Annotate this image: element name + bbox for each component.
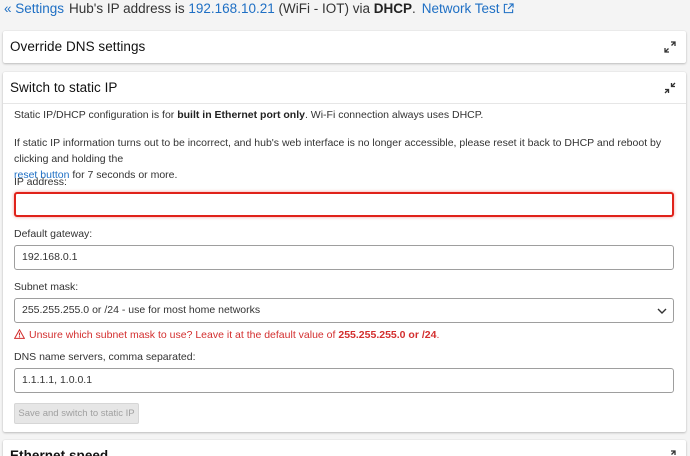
save-static-ip-button[interactable]: Save and switch to static IP: [14, 403, 139, 424]
default-gateway-label: Default gateway:: [14, 228, 93, 240]
ip-address-input[interactable]: [14, 192, 674, 217]
expand-icon[interactable]: [664, 41, 676, 53]
subnet-mask-label: Subnet mask:: [14, 281, 79, 293]
warning-prefix: Unsure which subnet mask to use? Leave i…: [29, 329, 339, 341]
expand-icon[interactable]: [664, 450, 676, 456]
static-ip-intro: Static IP/DHCP configuration is for buil…: [14, 109, 483, 121]
hub-ip-info: Hub's IP address is 192.168.10.21 (WiFi …: [69, 0, 514, 18]
external-link-icon: [503, 3, 514, 14]
default-gateway-input[interactable]: 192.168.0.1: [14, 245, 674, 270]
override-dns-header[interactable]: Override DNS settings: [3, 31, 686, 63]
ethernet-speed-header[interactable]: Ethernet speed: [3, 440, 686, 456]
chevron-down-icon: [657, 308, 667, 314]
ip-address-label: IP address:: [14, 176, 67, 188]
ip-prefix: Hub's IP address is: [69, 1, 189, 16]
ethernet-speed-card: Ethernet speed: [3, 440, 686, 456]
override-dns-title: Override DNS settings: [10, 39, 146, 54]
ethernet-speed-title: Ethernet speed: [10, 448, 109, 456]
dns-servers-label: DNS name servers, comma separated:: [14, 351, 196, 363]
static-ip-header[interactable]: Switch to static IP: [3, 72, 686, 104]
topbar: « Settings Hub's IP address is 192.168.1…: [0, 0, 690, 22]
static-ip-card: Switch to static IP Static IP/DHCP confi…: [3, 72, 686, 432]
ip-suffix: .: [411, 1, 416, 16]
subnet-mask-value: 255.255.255.0 or /24 - use for most home…: [22, 304, 261, 316]
intro-suffix: . Wi-Fi connection always uses DHCP.: [304, 109, 484, 121]
notice-line1: If static IP information turns out to be…: [14, 137, 662, 165]
ip-middle: (WiFi - IOT) via: [274, 1, 374, 16]
network-test-link[interactable]: Network Test: [422, 1, 514, 16]
subnet-mask-select[interactable]: 255.255.255.0 or /24 - use for most home…: [14, 298, 674, 323]
ip-address: 192.168.10.21: [188, 1, 275, 16]
override-dns-card: Override DNS settings: [3, 31, 686, 63]
network-test-label: Network Test: [421, 1, 500, 16]
intro-prefix: Static IP/DHCP configuration is for: [14, 109, 178, 121]
subnet-warning: Unsure which subnet mask to use? Leave i…: [14, 329, 439, 341]
intro-bold: built in Ethernet port only: [177, 109, 305, 121]
warning-suffix: .: [436, 329, 440, 341]
collapse-icon[interactable]: [664, 82, 676, 94]
warning-bold: 255.255.255.0 or /24: [338, 329, 437, 341]
notice-line2-suffix: for 7 seconds or more.: [69, 169, 178, 181]
back-to-settings-link[interactable]: « Settings: [4, 0, 64, 18]
ip-mode: DHCP: [373, 1, 412, 16]
static-ip-title: Switch to static IP: [10, 80, 118, 95]
warning-icon: [14, 329, 25, 339]
static-ip-notice: If static IP information turns out to be…: [14, 135, 679, 183]
dns-servers-input[interactable]: 1.1.1.1, 1.0.0.1: [14, 368, 674, 393]
